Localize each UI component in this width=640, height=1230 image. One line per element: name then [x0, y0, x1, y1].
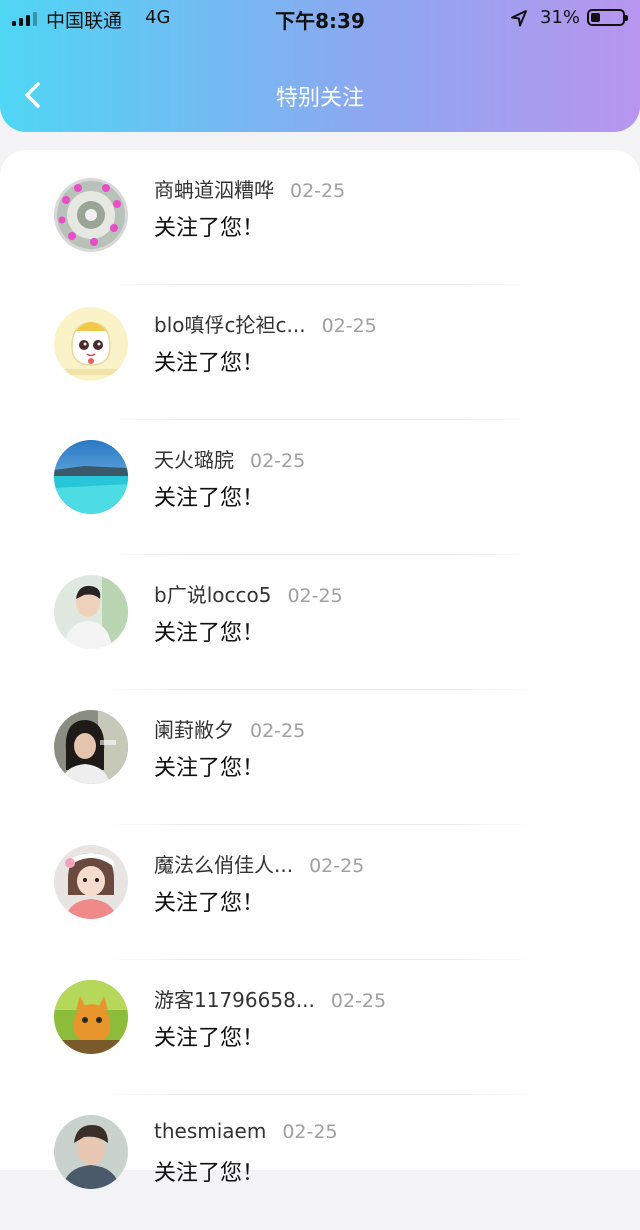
user-name[interactable]: b广说locco5 [154, 583, 271, 607]
list-item[interactable]: 商蚺道泅糟哗 02-25 关注了您！ [0, 150, 640, 285]
page-title: 特别关注 [275, 86, 364, 111]
avatar[interactable] [54, 575, 128, 649]
user-name[interactable]: blo嗔俘c抡袒c... [154, 313, 306, 337]
follow-message: 关注了您！ [154, 216, 265, 241]
avatar[interactable] [54, 440, 128, 514]
follow-date: 02-25 [287, 585, 343, 607]
list-item[interactable]: blo嗔俘c抡袒c... 02-25 关注了您！ [0, 285, 640, 420]
follow-message: 关注了您！ [154, 1161, 265, 1186]
follow-date: 02-25 [330, 990, 387, 1012]
location-arrow-icon [511, 10, 527, 27]
list-item[interactable]: 天火璐脘 02-25 关注了您！ [0, 420, 640, 555]
avatar[interactable] [54, 845, 128, 919]
follow-message: 关注了您！ [154, 351, 265, 376]
avatar[interactable] [54, 980, 128, 1054]
list-item[interactable]: 魔法么俏佳人... 02-25 关注了您！ [0, 825, 640, 960]
follow-message: 关注了您！ [154, 621, 265, 646]
list-item[interactable]: b广说locco5 02-25 关注了您！ [0, 555, 640, 690]
status-bar: 中国联通 4G 下午8:39 31% [0, 0, 640, 36]
battery-level-fill [591, 13, 600, 22]
user-name[interactable]: 魔法么俏佳人... [154, 853, 293, 877]
avatar[interactable] [54, 307, 128, 381]
user-name[interactable]: 阑葑敝夕 [154, 718, 234, 742]
follow-message: 关注了您！ [154, 1026, 265, 1051]
battery-percent: 31% [540, 7, 581, 28]
follow-message: 关注了您！ [154, 486, 265, 511]
follow-message: 关注了您！ [154, 756, 265, 781]
header: 中国联通 4G 下午8:39 31% 特别关注 [0, 0, 640, 132]
user-name[interactable]: 商蚺道泅糟哗 [154, 178, 274, 202]
follow-date: 02-25 [290, 180, 346, 202]
follow-message: 关注了您！ [154, 891, 265, 916]
follow-date: 02-25 [309, 855, 365, 877]
follow-list[interactable]: 商蚺道泅糟哗 02-25 关注了您！ blo嗔俘c抡袒c... 02-25 关注了您… [0, 150, 640, 1189]
list-item[interactable]: thesmiaem 02-25 关注了您！ [0, 1095, 640, 1230]
avatar[interactable] [54, 710, 128, 784]
battery-icon [587, 9, 628, 26]
follow-date: 02-25 [250, 450, 306, 472]
user-name[interactable]: 游客11796658... [154, 988, 315, 1012]
follow-date: 02-25 [321, 315, 377, 337]
follow-date: 02-25 [250, 720, 306, 742]
avatar[interactable] [54, 178, 128, 252]
follow-date: 02-25 [282, 1121, 338, 1143]
user-name[interactable]: 天火璐脘 [154, 448, 234, 472]
list-item[interactable]: 游客11796658... 02-25 关注了您！ [0, 960, 640, 1095]
avatar[interactable] [54, 1115, 128, 1189]
user-name[interactable]: thesmiaem [154, 1119, 266, 1143]
list-item[interactable]: 阑葑敝夕 02-25 关注了您！ [0, 690, 640, 825]
